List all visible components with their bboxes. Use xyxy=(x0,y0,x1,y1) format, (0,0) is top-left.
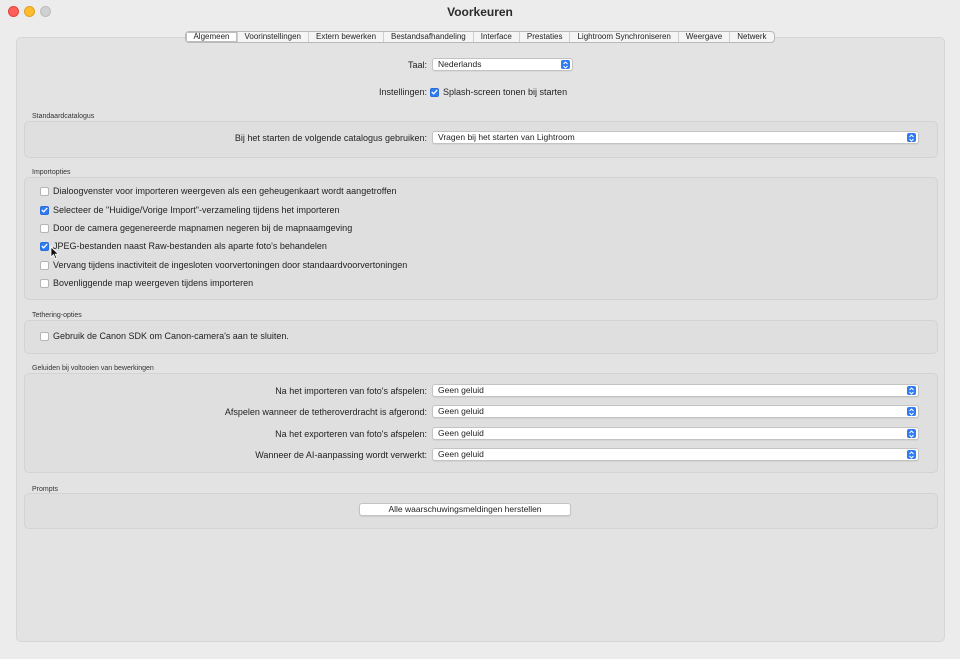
import-option[interactable]: JPEG-bestanden naast Raw-bestanden als a… xyxy=(40,240,327,252)
tab-bestandsafhandeling[interactable]: Bestandsafhandeling xyxy=(384,32,474,42)
sound-row-label: Na het exporteren van foto's afspelen: xyxy=(275,429,427,439)
sound-row-label: Wanneer de AI-aanpassing wordt verwerkt: xyxy=(255,450,427,460)
sound-select[interactable]: Geen geluid xyxy=(432,384,919,397)
language-label: Taal: xyxy=(407,60,427,70)
window-controls xyxy=(8,6,51,17)
sound-select[interactable]: Geen geluid xyxy=(432,427,919,440)
catalog-select[interactable]: Vragen bij het starten van Lightroom xyxy=(432,131,919,144)
import-option-checkbox[interactable] xyxy=(40,186,49,196)
catalog-label: Bij het starten de volgende catalogus ge… xyxy=(234,133,427,143)
preferences-window: Voorkeuren Algemeen Voorinstellingen Ext… xyxy=(0,0,960,659)
prompts-section-title: Prompts xyxy=(32,486,59,493)
select-arrows-icon xyxy=(907,407,916,416)
mouse-pointer-icon xyxy=(50,246,60,260)
tab-lightroom-synchroniseren[interactable]: Lightroom Synchroniseren xyxy=(570,32,679,42)
import-option[interactable]: Vervang tijdens inactiviteit de ingeslot… xyxy=(40,259,407,271)
select-arrows-icon xyxy=(907,429,916,438)
catalog-select-value: Vragen bij het starten van Lightroom xyxy=(438,132,575,142)
sound-row-label: Afspelen wanneer de tetheroverdracht is … xyxy=(224,407,427,417)
tab-list: Algemeen Voorinstellingen Extern bewerke… xyxy=(185,31,775,43)
select-arrows-icon xyxy=(907,133,916,142)
import-option-label: Dialoogvenster voor importeren weergeven… xyxy=(53,186,397,196)
tab-weergave[interactable]: Weergave xyxy=(679,32,731,42)
select-arrows-icon xyxy=(907,450,916,459)
minimize-window-button[interactable] xyxy=(24,6,35,17)
import-option-label: Door de camera gegenereerde mapnamen neg… xyxy=(53,223,353,233)
select-arrows-icon xyxy=(561,60,570,69)
tab-algemeen[interactable]: Algemeen xyxy=(186,32,238,42)
sound-select-value: Geen geluid xyxy=(438,428,484,438)
tethering-checkbox[interactable] xyxy=(40,331,49,341)
reset-warnings-button[interactable]: Alle waarschuwingsmeldingen herstellen xyxy=(359,503,571,516)
import-option-label: JPEG-bestanden naast Raw-bestanden als a… xyxy=(53,241,327,251)
zoom-window-button[interactable] xyxy=(40,6,51,17)
tab-bar: Algemeen Voorinstellingen Extern bewerke… xyxy=(0,31,960,44)
splash-option-label: Splash-screen tonen bij starten xyxy=(443,87,568,97)
tab-netwerk[interactable]: Netwerk xyxy=(730,32,773,42)
settings-label: Instellingen: xyxy=(378,87,427,97)
import-option-label: Bovenliggende map weergeven tijdens impo… xyxy=(53,278,254,288)
language-select-value: Nederlands xyxy=(438,59,482,69)
splash-option[interactable]: Splash-screen tonen bij starten xyxy=(430,86,567,98)
import-option-checkbox[interactable] xyxy=(40,205,49,215)
sound-select-value: Geen geluid xyxy=(438,449,484,459)
sound-select-value: Geen geluid xyxy=(438,406,484,416)
window-title: Voorkeuren xyxy=(447,5,513,19)
sounds-section-title: Geluiden bij voltooien van bewerkingen xyxy=(32,365,154,372)
import-section-title: Importopties xyxy=(32,169,71,176)
sound-select[interactable]: Geen geluid xyxy=(432,448,919,461)
import-option[interactable]: Bovenliggende map weergeven tijdens impo… xyxy=(40,277,253,289)
tethering-section-title: Tethering-opties xyxy=(32,312,82,319)
tab-extern-bewerken[interactable]: Extern bewerken xyxy=(309,32,385,42)
check-icon xyxy=(431,89,438,95)
catalog-section-title: Standaardcatalogus xyxy=(32,113,95,120)
import-option-checkbox[interactable] xyxy=(40,278,49,288)
import-option-checkbox[interactable] xyxy=(40,241,49,251)
tethering-option-label: Gebruik de Canon SDK om Canon-camera's a… xyxy=(53,331,289,341)
title-bar: Voorkeuren xyxy=(0,0,960,24)
import-option-label: Selecteer de "Huidige/Vorige Import"-ver… xyxy=(53,205,340,215)
check-icon xyxy=(41,243,48,249)
check-icon xyxy=(41,207,48,213)
sound-select[interactable]: Geen geluid xyxy=(432,405,919,418)
import-option-label: Vervang tijdens inactiviteit de ingeslot… xyxy=(53,260,408,270)
import-option-checkbox[interactable] xyxy=(40,260,49,270)
tethering-option[interactable]: Gebruik de Canon SDK om Canon-camera's a… xyxy=(40,330,289,342)
tab-interface[interactable]: Interface xyxy=(474,32,520,42)
tab-prestaties[interactable]: Prestaties xyxy=(520,32,571,42)
select-arrows-icon xyxy=(907,386,916,395)
import-option[interactable]: Door de camera gegenereerde mapnamen neg… xyxy=(40,222,352,234)
tab-voorinstellingen[interactable]: Voorinstellingen xyxy=(238,32,309,42)
language-select[interactable]: Nederlands xyxy=(432,58,573,71)
sound-select-value: Geen geluid xyxy=(438,385,484,395)
import-option[interactable]: Dialoogvenster voor importeren weergeven… xyxy=(40,185,397,197)
close-window-button[interactable] xyxy=(8,6,19,17)
sound-row-label: Na het importeren van foto's afspelen: xyxy=(275,386,427,396)
import-option[interactable]: Selecteer de "Huidige/Vorige Import"-ver… xyxy=(40,204,340,216)
import-option-checkbox[interactable] xyxy=(40,223,49,233)
splash-checkbox[interactable] xyxy=(430,87,439,97)
